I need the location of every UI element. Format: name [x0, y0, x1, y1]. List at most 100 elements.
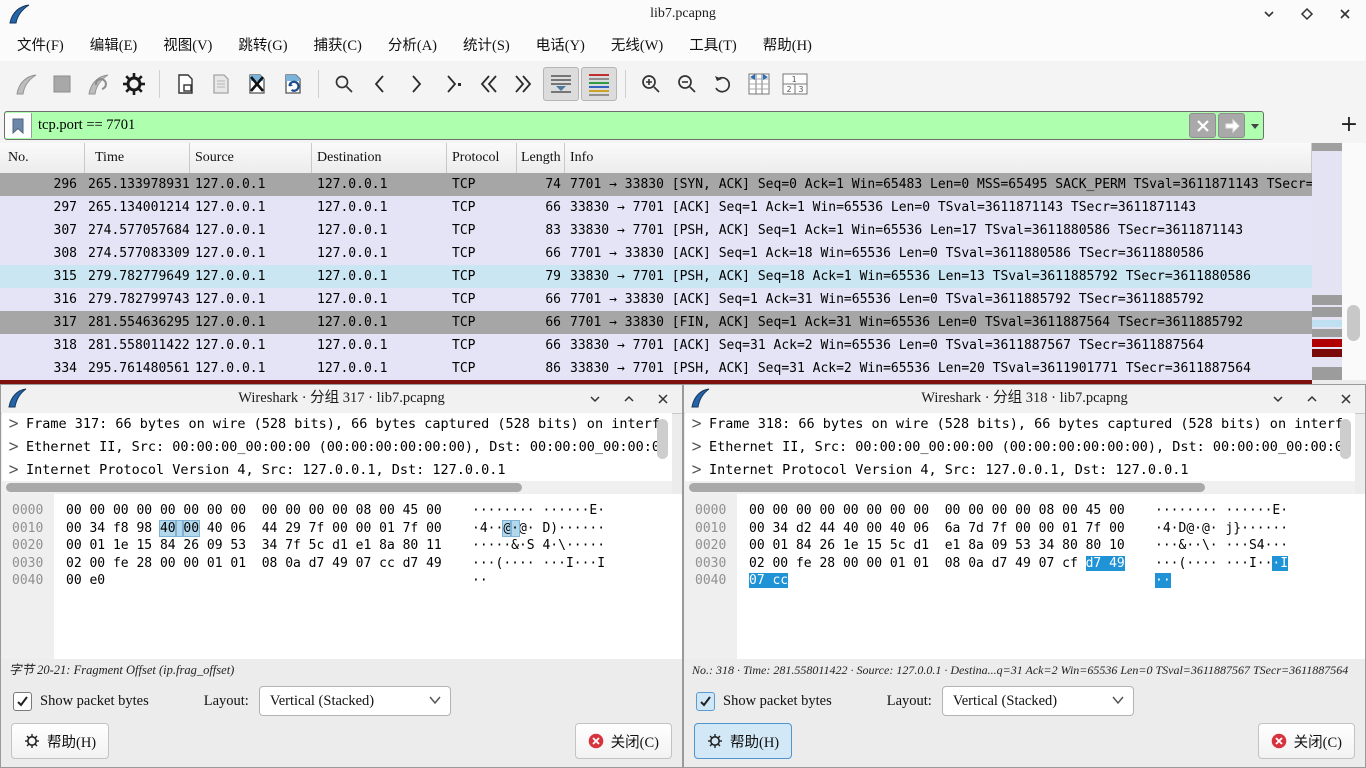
tree-hscrollbar[interactable] [685, 481, 1355, 494]
packet-row-297[interactable]: 297265.134001214127.0.0.1127.0.0.1TCP663… [0, 196, 1312, 219]
zoom-reset-icon[interactable] [706, 68, 740, 100]
layout-chooser-icon[interactable]: 123 [778, 68, 812, 100]
restore-icon[interactable] [618, 388, 640, 410]
hex-row[interactable]: 001000 34 f8 98 40 00 40 06 44 29 7f 00 … [2, 520, 682, 538]
goto-packet-icon[interactable] [435, 68, 469, 100]
tree-row[interactable]: >Frame 318: 66 bytes on wire (528 bits),… [685, 413, 1355, 436]
column-header[interactable]: Time [85, 143, 190, 173]
first-packet-icon[interactable] [471, 68, 505, 100]
capture-options-icon[interactable] [117, 68, 151, 100]
menu-item[interactable]: 工具(T) [676, 30, 750, 59]
start-capture-icon[interactable] [9, 68, 43, 100]
packet-row-296[interactable]: 296265.133978931127.0.0.1127.0.0.1TCP747… [0, 173, 1312, 196]
close-button[interactable]: 关闭(C) [575, 723, 672, 759]
packet-row-315[interactable]: 315279.782779649127.0.0.1127.0.0.1TCP793… [0, 265, 1312, 288]
packet-row-317[interactable]: 317281.554636295127.0.0.1127.0.0.1TCP667… [0, 311, 1312, 334]
restart-capture-icon[interactable] [81, 68, 115, 100]
close-button[interactable]: 关闭(C) [1258, 723, 1355, 759]
maximize-icon[interactable] [1296, 3, 1318, 25]
close-capture-icon[interactable] [240, 68, 274, 100]
expander-icon[interactable]: > [691, 457, 709, 481]
tree-row[interactable]: >Internet Protocol Version 4, Src: 127.0… [2, 459, 672, 481]
packet-detail-tree[interactable]: >Frame 318: 66 bytes on wire (528 bits),… [685, 413, 1355, 481]
hex-row[interactable]: 002000 01 1e 15 84 26 09 53 34 7f 5c d1 … [2, 537, 682, 555]
packet-row-316[interactable]: 316279.782799743127.0.0.1127.0.0.1TCP667… [0, 288, 1312, 311]
menu-item[interactable]: 统计(S) [450, 30, 523, 59]
column-header[interactable]: Destination [312, 143, 447, 173]
stop-capture-icon[interactable] [45, 68, 79, 100]
menu-item[interactable]: 视图(V) [150, 30, 225, 59]
tree-scrollbar-thumb[interactable] [657, 419, 668, 459]
packet-list-scrollbar[interactable] [1342, 143, 1366, 380]
hex-row[interactable]: 003002 00 fe 28 00 00 01 01 08 0a d7 49 … [685, 555, 1365, 573]
colorize-icon[interactable] [581, 67, 617, 101]
packet-row-318[interactable]: 318281.558011422127.0.0.1127.0.0.1TCP663… [0, 334, 1312, 357]
menu-item[interactable]: 帮助(H) [750, 30, 825, 59]
dropdown-caret-icon[interactable] [1247, 114, 1263, 137]
save-file-icon[interactable] [204, 68, 238, 100]
close-icon[interactable] [1334, 3, 1356, 25]
packet-detail-tree[interactable]: >Frame 317: 66 bytes on wire (528 bits),… [2, 413, 672, 481]
hex-row[interactable]: 001000 34 d2 44 40 00 40 06 6a 7d 7f 00 … [685, 520, 1365, 538]
column-header[interactable]: No. [0, 143, 85, 173]
dialog-titlebar[interactable]: Wireshark · 分组 317 · lib7.pcapng [1, 385, 682, 414]
menu-item[interactable]: 无线(W) [598, 30, 676, 59]
hex-row[interactable]: 002000 01 84 26 1e 15 5c d1 e1 8a 09 53 … [685, 537, 1365, 555]
tree-hscrollbar[interactable] [2, 481, 672, 494]
column-header[interactable]: Info [565, 143, 1312, 173]
hscrollbar-thumb[interactable] [689, 483, 1205, 492]
hex-row[interactable]: 004000 e0·· [2, 572, 682, 590]
minimize-icon[interactable] [1258, 3, 1280, 25]
zoom-out-icon[interactable] [670, 68, 704, 100]
hex-row[interactable]: 000000 00 00 00 00 00 00 00 00 00 00 00 … [2, 502, 682, 520]
menu-item[interactable]: 跳转(G) [225, 30, 300, 59]
packet-row-307[interactable]: 307274.577057684127.0.0.1127.0.0.1TCP833… [0, 219, 1312, 242]
previous-packet-icon[interactable] [363, 68, 397, 100]
menu-item[interactable]: 捕获(C) [301, 30, 375, 59]
layout-select[interactable]: Vertical (Stacked) [942, 686, 1134, 716]
help-button[interactable]: 帮助(H) [694, 723, 792, 759]
help-button[interactable]: 帮助(H) [11, 723, 109, 759]
packet-row-334[interactable]: 334295.761480561127.0.0.1127.0.0.1TCP863… [0, 357, 1312, 380]
auto-scroll-icon[interactable] [543, 67, 579, 101]
next-packet-icon[interactable] [399, 68, 433, 100]
tree-row[interactable]: >Frame 317: 66 bytes on wire (528 bits),… [2, 413, 672, 436]
close-icon[interactable] [1335, 388, 1357, 410]
last-packet-icon[interactable] [507, 68, 541, 100]
packet-list-header[interactable]: No.TimeSourceDestinationProtocolLengthIn… [0, 143, 1312, 174]
minimize-icon[interactable] [584, 388, 606, 410]
find-packet-icon[interactable] [327, 68, 361, 100]
zoom-in-icon[interactable] [634, 68, 668, 100]
restore-icon[interactable] [1301, 388, 1323, 410]
resize-columns-icon[interactable] [742, 68, 776, 100]
tree-row[interactable]: >Internet Protocol Version 4, Src: 127.0… [685, 459, 1355, 481]
show-packet-bytes-checkbox[interactable] [696, 692, 715, 711]
hex-row[interactable]: 004007 cc·· [685, 572, 1365, 590]
scrollbar-thumb[interactable] [1347, 305, 1360, 341]
filter-input[interactable]: tcp.port == 7701 [32, 117, 1189, 134]
display-filter-field[interactable]: tcp.port == 7701 [4, 111, 1264, 140]
clear-icon[interactable] [1189, 113, 1216, 138]
hscrollbar-thumb[interactable] [6, 483, 522, 492]
tree-row[interactable]: >Ethernet II, Src: 00:00:00_00:00:00 (00… [685, 436, 1355, 459]
packet-row-308[interactable]: 308274.577083309127.0.0.1127.0.0.1TCP667… [0, 242, 1312, 265]
apply-arrow-icon[interactable] [1218, 113, 1245, 138]
hex-row[interactable]: 003002 00 fe 28 00 00 01 01 08 0a d7 49 … [2, 555, 682, 573]
packet-minimap[interactable] [1312, 143, 1342, 380]
reload-file-icon[interactable] [276, 68, 310, 100]
tree-row[interactable]: >Ethernet II, Src: 00:00:00_00:00:00 (00… [2, 436, 672, 459]
show-packet-bytes-checkbox[interactable] [13, 692, 32, 711]
column-header[interactable]: Source [190, 143, 312, 173]
column-header[interactable]: Length [517, 143, 565, 173]
hex-view[interactable]: 000000 00 00 00 00 00 00 00 00 00 00 00 … [2, 494, 682, 659]
close-icon[interactable] [652, 388, 674, 410]
open-file-icon[interactable] [168, 68, 202, 100]
column-header[interactable]: Protocol [447, 143, 517, 173]
dialog-titlebar[interactable]: Wireshark · 分组 318 · lib7.pcapng [684, 385, 1365, 414]
bookmark-icon[interactable] [5, 113, 32, 138]
menu-item[interactable]: 电话(Y) [523, 30, 598, 59]
expander-icon[interactable]: > [8, 457, 26, 481]
minimize-icon[interactable] [1267, 388, 1289, 410]
hex-row[interactable]: 000000 00 00 00 00 00 00 00 00 00 00 00 … [685, 502, 1365, 520]
hex-view[interactable]: 000000 00 00 00 00 00 00 00 00 00 00 00 … [685, 494, 1365, 659]
